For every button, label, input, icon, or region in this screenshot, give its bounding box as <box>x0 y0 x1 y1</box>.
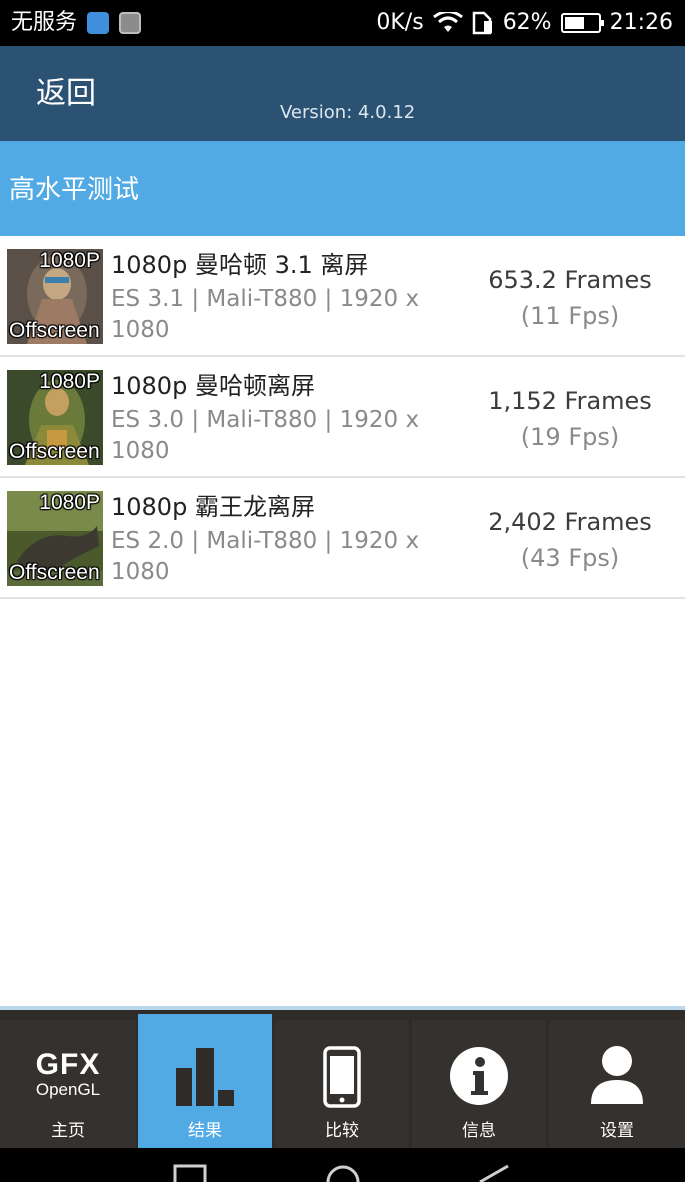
opengl-logo-text: OpenGL <box>35 1080 101 1099</box>
system-nav-bar <box>0 1148 685 1182</box>
benchmark-thumbnail: 1080P Offscreen <box>7 249 103 344</box>
frames-score: 1,152 Frames <box>488 387 652 415</box>
thumb-offscreen-tag: Offscreen <box>9 440 100 463</box>
user-icon <box>591 1046 643 1104</box>
benchmark-thumbnail: 1080P Offscreen <box>7 491 103 586</box>
recent-apps-icon[interactable] <box>173 1164 207 1182</box>
battery-icon <box>560 13 604 33</box>
fps-score: (43 Fps) <box>520 544 620 572</box>
tab-results-label: 结果 <box>188 1121 222 1141</box>
sim-signal-icon <box>472 11 492 35</box>
frames-score: 653.2 Frames <box>488 266 652 294</box>
tab-info[interactable]: 信息 <box>412 1020 546 1152</box>
bar-chart-icon <box>176 1048 234 1106</box>
status-bar-left: 无服务 <box>11 8 142 38</box>
gfx-logo-text: GFX <box>35 1048 101 1081</box>
tab-results[interactable]: 结果 <box>138 1014 272 1152</box>
benchmark-thumbnail: 1080P Offscreen <box>7 370 103 465</box>
frames-score: 2,402 Frames <box>488 508 652 536</box>
benchmark-detail: ES 2.0 | Mali-T880 | 1920 x 1080 <box>111 528 420 585</box>
version-label: Version: 4.0.12 <box>280 102 416 123</box>
home-icon[interactable] <box>325 1164 361 1182</box>
result-row[interactable]: 1080P Offscreen 1080p 霸王龙离屏 ES 2.0 | Mal… <box>0 478 685 599</box>
wifi-icon <box>432 12 463 32</box>
thumb-resolution-tag: 1080P <box>39 491 100 514</box>
benchmark-detail: ES 3.0 | Mali-T880 | 1920 x 1080 <box>111 407 420 464</box>
tab-settings[interactable]: 设置 <box>549 1020 685 1152</box>
health-app-icon <box>87 12 110 34</box>
thumb-resolution-tag: 1080P <box>39 370 100 393</box>
back-button[interactable]: 返回 <box>36 76 96 112</box>
result-list: 1080P Offscreen 1080p 曼哈顿 3.1 离屏 ES 3.1 … <box>0 236 685 599</box>
info-icon <box>450 1047 508 1105</box>
status-bar: 无服务 0K/s 62% 21:26 <box>0 0 685 46</box>
back-nav-icon[interactable] <box>476 1164 512 1182</box>
tab-compare[interactable]: 比较 <box>275 1020 409 1152</box>
tab-home[interactable]: GFX OpenGL 主页 <box>0 1020 136 1152</box>
benchmark-title: 1080p 曼哈顿 3.1 离屏 <box>111 251 369 279</box>
benchmark-detail: ES 3.1 | Mali-T880 | 1920 x 1080 <box>111 286 420 343</box>
tab-settings-label: 设置 <box>600 1121 634 1141</box>
tab-home-label: 主页 <box>51 1121 85 1141</box>
section-header: 高水平测试 <box>0 141 685 236</box>
clock: 21:26 <box>609 10 673 35</box>
battery-percent: 62% <box>502 10 552 35</box>
bottom-tab-bar: GFX OpenGL 主页 结果 比较 信息 设置 <box>0 1006 685 1152</box>
result-row[interactable]: 1080P Offscreen 1080p 曼哈顿离屏 ES 3.0 | Mal… <box>0 357 685 478</box>
section-title: 高水平测试 <box>9 175 140 205</box>
net-speed: 0K/s <box>376 10 424 35</box>
fps-score: (11 Fps) <box>520 302 620 330</box>
fps-score: (19 Fps) <box>520 423 620 451</box>
result-row[interactable]: 1080P Offscreen 1080p 曼哈顿 3.1 离屏 ES 3.1 … <box>0 236 685 357</box>
tab-compare-label: 比较 <box>325 1121 359 1141</box>
app-header: 返回 Version: 4.0.12 <box>0 46 685 141</box>
tab-info-label: 信息 <box>462 1121 496 1141</box>
phone-icon <box>323 1046 361 1108</box>
benchmark-title: 1080p 曼哈顿离屏 <box>111 372 315 400</box>
benchmark-title: 1080p 霸王龙离屏 <box>111 493 315 521</box>
thumb-resolution-tag: 1080P <box>39 249 100 272</box>
gallery-notification-icon <box>119 12 142 34</box>
status-bar-right: 0K/s 62% 21:26 <box>367 8 673 38</box>
thumb-offscreen-tag: Offscreen <box>9 319 100 342</box>
carrier-label: 无服务 <box>11 10 78 35</box>
gfx-opengl-logo: GFX OpenGL <box>36 1050 101 1100</box>
thumb-offscreen-tag: Offscreen <box>9 561 100 584</box>
